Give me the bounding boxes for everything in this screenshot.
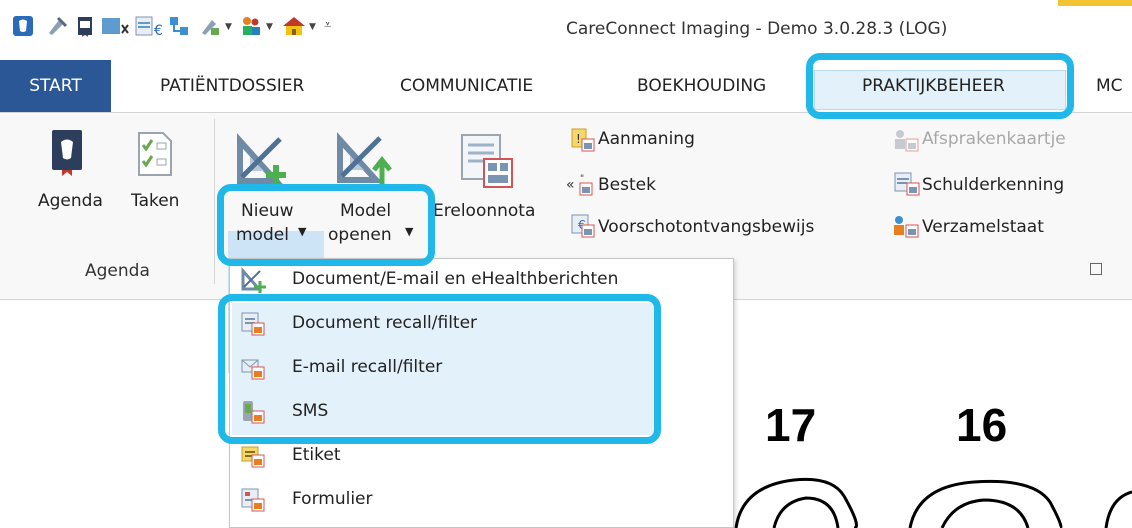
bestek-label: Bestek (598, 175, 656, 195)
menu-item-label: Formulier (292, 489, 373, 509)
tab-mc[interactable]: MC (1096, 60, 1123, 112)
quote-doc-icon: « " (566, 174, 593, 196)
home-icon[interactable] (281, 15, 307, 37)
voorschotontvangsbewijs-label: Voorschotontvangsbewijs (598, 217, 815, 237)
xray-icon[interactable] (100, 15, 130, 37)
taken-label: Taken (131, 191, 180, 211)
svg-text:!: ! (576, 132, 581, 146)
dialog-launcher-icon[interactable] (1090, 263, 1102, 275)
menu-item-label: Document/E-mail en eHealthberichten (292, 269, 619, 289)
tooth-number-17[interactable]: 17 (765, 398, 816, 452)
label-tag-icon (241, 446, 265, 468)
new-model-triangle-icon (237, 133, 286, 185)
menu-item-formulier[interactable]: Formulier (230, 479, 733, 523)
ribbon-separator (214, 119, 215, 284)
tab-patientdossier[interactable]: PATIËNTDOSSIER (160, 60, 304, 112)
tools-icon[interactable] (46, 15, 68, 37)
book-icon[interactable] (74, 15, 96, 37)
tooth-outlines[interactable] (734, 468, 1132, 528)
tasks-checklist-icon (138, 132, 172, 176)
tooth-number-16[interactable]: 16 (956, 398, 1007, 452)
highlight-praktijkbeheer-tab (806, 53, 1074, 119)
chevron-down-icon[interactable]: ▼ (266, 22, 273, 32)
title-accent-bar (1058, 0, 1132, 6)
tab-communicatie[interactable]: COMMUNICATIE (400, 60, 533, 112)
chevron-down-icon[interactable]: ▼ (225, 22, 232, 32)
network-icon[interactable] (168, 15, 190, 37)
chevron-down-icon[interactable]: ▼ (309, 22, 316, 32)
people-icon[interactable] (240, 15, 262, 37)
fee-note-icon (461, 134, 513, 188)
collection-statement-icon (894, 216, 919, 238)
new-document-icon (241, 267, 266, 293)
tab-boekhouding[interactable]: BOEKHOUDING (637, 60, 766, 112)
tab-start[interactable]: START (0, 60, 111, 112)
open-model-triangle-icon (337, 132, 392, 184)
highlight-recall-menu-items (218, 294, 661, 444)
invoice-icon[interactable]: € (134, 15, 164, 37)
app-icon[interactable] (12, 15, 34, 37)
group-label-agenda: Agenda (85, 261, 150, 281)
aanmaning-label: Aanmaning (598, 129, 695, 149)
warning-doc-icon: ! (571, 128, 595, 152)
agenda-book-icon (52, 130, 82, 176)
customize-icon[interactable]: ⩡ (324, 18, 331, 33)
highlight-new-model-buttons (217, 184, 435, 266)
svg-text:«: « (566, 177, 575, 193)
tools2-icon[interactable] (199, 15, 221, 37)
svg-text:€: € (154, 23, 163, 37)
menu-item-label: Etiket (292, 445, 341, 465)
agenda-label: Agenda (38, 191, 103, 211)
ereloonnota-label: Ereloonnota (433, 201, 536, 221)
appointment-card-icon (895, 130, 919, 152)
title-bar: € ▼ ▼ ▼ ⩡ CareConnect Imaging - Demo 3.0… (0, 0, 1132, 60)
afsprakenkaartje-label: Afsprakenkaartje (922, 129, 1066, 149)
schulderkenning-label: Schulderkenning (922, 175, 1065, 195)
advance-receipt-icon: € (571, 214, 595, 238)
window-title: CareConnect Imaging - Demo 3.0.28.3 (LOG… (566, 19, 948, 39)
verzamelstaat-label: Verzamelstaat (922, 217, 1044, 237)
debt-acknowledgement-icon (894, 172, 920, 196)
form-icon (241, 488, 265, 512)
